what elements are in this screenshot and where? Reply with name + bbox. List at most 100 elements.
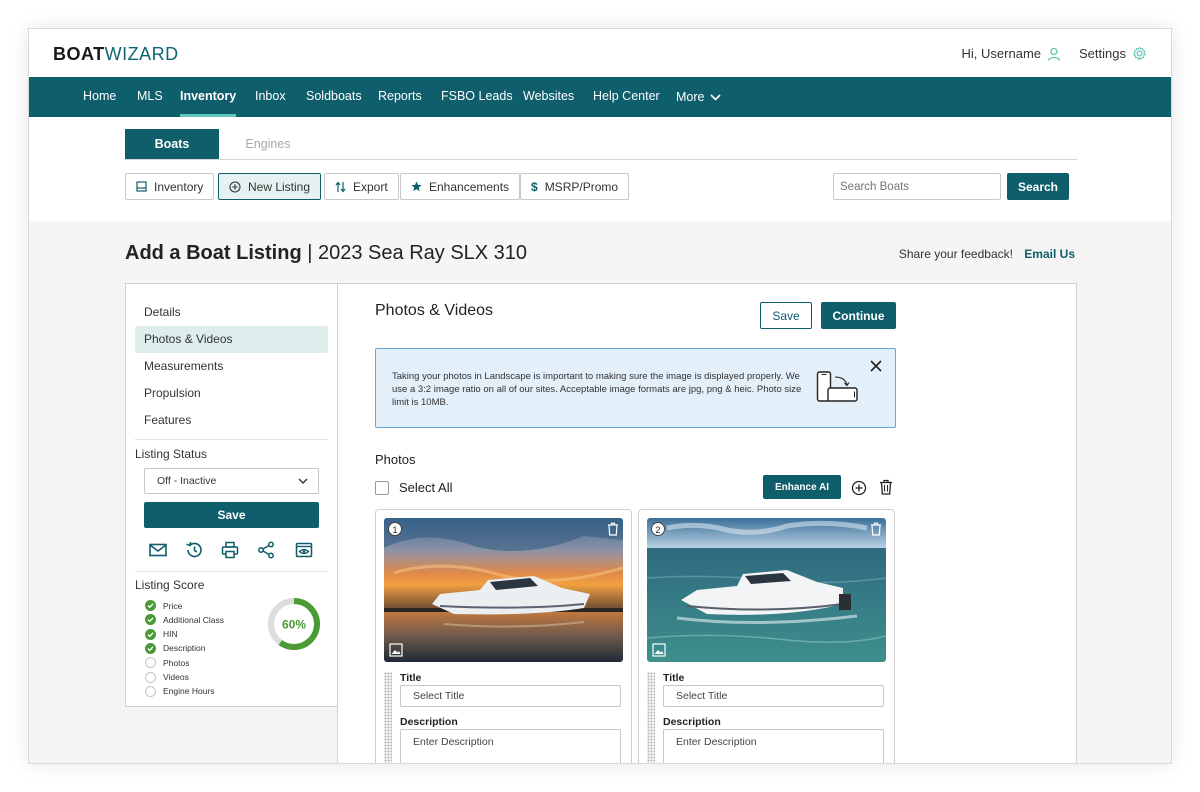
export-arrows-icon: [335, 181, 346, 192]
boat-photo[interactable]: 2: [647, 518, 886, 662]
nav-reports[interactable]: Reports: [378, 77, 422, 117]
photos-heading: Photos: [375, 452, 416, 467]
chevron-down-icon: [710, 93, 722, 101]
email-us-link[interactable]: Email Us: [1024, 247, 1075, 261]
print-icon[interactable]: [220, 540, 240, 560]
continue-button[interactable]: Continue: [821, 302, 896, 329]
listing-status-select[interactable]: Off - Inactive: [144, 468, 319, 494]
score-item-label: Engine Hours: [163, 686, 215, 697]
image-icon: [389, 643, 403, 657]
score-item: Photos: [145, 657, 190, 669]
tab-engines[interactable]: Engines: [221, 129, 315, 159]
score-item-label: Description: [163, 643, 206, 654]
inventory-button[interactable]: Inventory: [125, 173, 215, 200]
sidebar-item-features[interactable]: Features: [135, 407, 328, 434]
score-item: Engine Hours: [145, 685, 215, 697]
score-item: Additional Class: [145, 614, 224, 626]
nav-soldboats[interactable]: Soldboats: [306, 77, 362, 117]
score-item-label: HIN: [163, 629, 178, 640]
check-circle-icon: [145, 614, 156, 626]
enhancements-button[interactable]: Enhancements: [400, 173, 521, 200]
nav-websites[interactable]: Websites: [523, 77, 574, 117]
sidebar-item-propulsion[interactable]: Propulsion: [135, 380, 328, 407]
feedback-text: Share your feedback!: [898, 247, 1013, 261]
ocean-boat-image: [647, 518, 886, 662]
search-button[interactable]: Search: [1007, 173, 1069, 200]
nav-help-center[interactable]: Help Center: [593, 77, 660, 117]
top-bar: BOATWIZARD Hi, Username Settings: [29, 29, 1171, 77]
empty-circle-icon: [145, 671, 156, 683]
search-boats-input[interactable]: [833, 173, 1001, 200]
listing-status-label: Listing Status: [135, 447, 208, 461]
photos-videos-panel: Photos & Videos Save Continue Taking you…: [337, 283, 1077, 763]
listing-sidebar: Details Photos & Videos Measurements Pro…: [125, 283, 338, 707]
title-select[interactable]: Select Title: [663, 685, 884, 707]
description-field[interactable]: Enter Description: [400, 729, 621, 763]
chevron-down-icon: [298, 478, 308, 484]
page-title-main: Add a Boat Listing: [125, 242, 302, 264]
nav-fsbo-leads[interactable]: FSBO Leads: [441, 77, 513, 117]
drag-handle[interactable]: [384, 672, 392, 763]
add-photo-icon[interactable]: [851, 480, 867, 496]
nav-inbox[interactable]: Inbox: [255, 77, 286, 117]
plus-circle-icon: [229, 180, 241, 193]
save-button[interactable]: Save: [760, 302, 812, 329]
preview-icon[interactable]: [294, 540, 314, 560]
description-field[interactable]: Enter Description: [663, 729, 884, 763]
status-save-button[interactable]: Save: [144, 502, 319, 528]
page-title-boat: 2023 Sea Ray SLX 310: [318, 242, 528, 264]
export-button[interactable]: Export: [324, 173, 399, 200]
score-item: Price: [145, 600, 182, 611]
trash-icon[interactable]: [607, 522, 619, 536]
check-circle-icon: [145, 642, 156, 654]
gear-icon: [1133, 46, 1146, 60]
msrp-promo-button[interactable]: $ MSRP/Promo: [520, 173, 630, 200]
nav-home[interactable]: Home: [83, 77, 116, 117]
tab-boats[interactable]: Boats: [125, 129, 219, 159]
drag-handle[interactable]: [647, 672, 655, 763]
boatwizard-logo[interactable]: BOATWIZARD: [53, 44, 179, 65]
feedback-area: Share your feedback! Email Us: [899, 247, 1075, 261]
logo-bold-text: BOAT: [53, 44, 105, 64]
photo-number-badge: 2: [651, 522, 665, 536]
trash-icon[interactable]: [870, 522, 882, 536]
app-frame: BOATWIZARD Hi, Username Settings Home ML…: [28, 28, 1172, 764]
score-item: Videos: [145, 671, 189, 683]
image-icon: [652, 643, 666, 657]
photo-guidelines-alert: Taking your photos in Landscape is impor…: [375, 348, 896, 428]
nav-inventory[interactable]: Inventory: [180, 77, 237, 117]
close-icon[interactable]: [869, 359, 883, 373]
check-circle-icon: [145, 628, 156, 640]
sidebar-item-details[interactable]: Details: [135, 299, 328, 326]
settings-link[interactable]: Settings: [1079, 46, 1147, 61]
history-icon[interactable]: [184, 540, 204, 560]
select-all[interactable]: Select All: [375, 480, 452, 495]
select-all-checkbox[interactable]: [375, 480, 389, 495]
enhance-ai-button[interactable]: Enhance AI: [763, 475, 841, 499]
trash-icon[interactable]: [879, 479, 893, 495]
listing-score-label: Listing Score: [135, 578, 205, 592]
mail-icon[interactable]: [148, 540, 168, 560]
nav-more[interactable]: More: [676, 77, 722, 117]
sidebar-item-photos-videos[interactable]: Photos & Videos: [135, 326, 328, 353]
title-select[interactable]: Select Title: [400, 685, 621, 707]
page-title-separator: |: [307, 242, 313, 264]
nav-mls[interactable]: MLS: [137, 77, 163, 117]
new-listing-button[interactable]: New Listing: [218, 173, 322, 200]
empty-circle-icon: [145, 657, 156, 669]
inventory-subheader: Boats Engines Inventory New Listing Expo…: [29, 117, 1171, 221]
listing-status-value: Off - Inactive: [157, 475, 217, 487]
check-circle-icon: [145, 600, 156, 611]
export-button-label: Export: [353, 179, 388, 194]
tab-divider: [125, 159, 1077, 160]
boat-photo[interactable]: 1: [384, 518, 623, 662]
sidebar-divider: [135, 439, 328, 440]
star-icon: [411, 181, 422, 192]
user-menu[interactable]: Hi, Username: [962, 46, 1061, 61]
score-item-label: Photos: [163, 657, 190, 668]
page-title: Add a Boat Listing | 2023 Sea Ray SLX 31…: [125, 242, 527, 265]
share-icon[interactable]: [256, 540, 276, 560]
select-all-label: Select All: [399, 480, 453, 495]
description-label: Description: [663, 716, 721, 728]
sidebar-item-measurements[interactable]: Measurements: [135, 353, 328, 380]
